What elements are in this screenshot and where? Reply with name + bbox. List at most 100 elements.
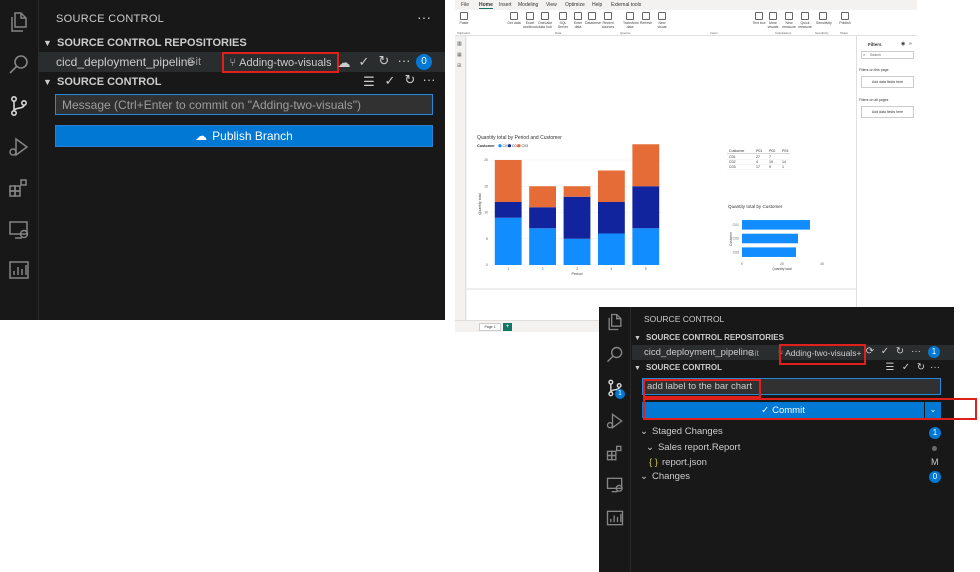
filters-title: Filters [868,42,882,47]
commit-check-icon[interactable]: ✓ [383,73,397,89]
ribbon-button[interactable]: Transform data [623,12,639,29]
search-icon[interactable] [605,345,625,365]
refresh-icon[interactable]: ↻ [403,72,417,88]
staged-badge: 1 [929,427,941,439]
bar-segment [494,217,522,265]
cloud-upload-icon[interactable]: ☁ [337,55,351,71]
report-view-icon[interactable]: ▥ [457,41,462,47]
ribbon-button-icon [785,12,793,20]
staged-changes-header[interactable]: ⌄ Staged Changes [640,426,723,437]
repositories-header[interactable]: ▼ SOURCE CONTROL REPOSITORIES [634,333,784,342]
commit-check-icon[interactable]: ✓ [356,54,372,70]
bar-segment [529,186,557,208]
filters-search-input[interactable]: Search [861,51,914,59]
legend-marker [498,144,502,148]
more-actions-icon[interactable]: ··· [396,53,412,68]
add-page-icon[interactable]: + [503,323,512,331]
eye-icon[interactable]: ◉ [901,41,905,47]
repo-name: cicd_deployment_pipeline [56,55,195,69]
refresh-icon[interactable]: ↻ [915,362,927,373]
matrix-table[interactable]: Customer P01 P02 P03 C01 27 7 C02 4 10 14 C03 17 9 1 [727,149,790,170]
ribbon-button[interactable]: Excel workbook [523,12,538,29]
x-tick-label: 0 [741,262,743,266]
source-control-header[interactable]: ▼ SOURCE CONTROL [43,76,162,88]
ribbon-button-label: Refresh [639,21,653,25]
explorer-icon[interactable] [605,312,625,332]
ribbon-button[interactable]: Refresh [639,12,653,25]
ribbon-tab[interactable]: Modeling [518,2,538,8]
ribbon-button[interactable]: OneLake data hub [538,12,552,29]
refresh-icon[interactable]: ↻ [376,53,392,69]
chart-icon[interactable] [605,508,625,528]
chevron-down-icon: ▼ [43,77,52,87]
view-tree-icon[interactable]: ☰ [884,362,896,373]
changes-header[interactable]: ⌄ Changes [640,471,690,482]
source-control-icon[interactable] [7,94,31,118]
remote-explorer-icon[interactable] [605,475,625,495]
commit-message-input[interactable]: Message (Ctrl+Enter to commit on "Adding… [55,94,433,115]
bar-segment [597,202,625,234]
ribbon-button[interactable]: New measure [782,12,796,29]
ribbon-button[interactable]: Publish [838,12,852,25]
highlight-commit [643,398,977,420]
extensions-icon[interactable] [7,176,31,200]
x-tick-label: 20 [780,262,784,266]
ribbon-button[interactable]: Recent sources [601,12,615,29]
commit-check-icon[interactable]: ✓ [900,362,912,373]
vscode-window-2: 1 SOURCE CONTROL ▼ SOURCE CONTROL REPOSIT… [599,307,954,572]
ribbon-button[interactable]: Paste [457,12,471,25]
explorer-icon[interactable] [7,10,31,34]
ribbon-button[interactable]: More visuals [766,12,780,29]
commit-check-icon[interactable]: ✓ [879,346,891,357]
folder-row[interactable]: ⌄ Sales report.Report [646,442,740,453]
ribbon-button[interactable]: New visual [655,12,669,29]
table-cell: C01 [729,155,736,159]
chart-title: Quantity total by Period and Customer [477,135,562,141]
ribbon-tab[interactable]: Help [592,2,602,8]
ribbon-tab[interactable]: Home [479,2,493,9]
source-control-header[interactable]: ▼ SOURCE CONTROL [634,363,722,372]
stacked-bar-chart[interactable]: Quantity total by Period and Customer Cus… [477,135,663,276]
publish-branch-button[interactable]: ☁ Publish Branch [55,125,433,147]
ribbon-tab[interactable]: External tools [611,2,641,8]
add-fields-all[interactable]: Add data fields here [861,106,914,118]
ribbon-button[interactable]: Dataverse [585,12,601,25]
more-actions-icon[interactable]: ··· [929,362,941,373]
panel-title: SOURCE CONTROL [56,13,165,25]
ribbon-button[interactable]: SQL Server [556,12,570,29]
bar-segment [563,238,591,265]
ribbon-button[interactable]: Get data [507,12,521,25]
more-actions-icon[interactable]: ··· [422,72,436,87]
cloud-upload-icon: ☁ [195,129,208,143]
repositories-header[interactable]: ▼ SOURCE CONTROL REPOSITORIES [43,37,247,49]
remote-explorer-icon[interactable] [7,218,31,242]
ribbon-button[interactable]: Quick measure [798,12,812,29]
model-view-icon[interactable]: ⊞ [457,63,461,69]
ribbon-tab[interactable]: View [546,2,557,8]
ribbon-button[interactable]: Text box [752,12,766,25]
more-actions-icon[interactable]: ··· [910,346,922,357]
view-tree-icon[interactable]: ☰ [362,74,376,90]
y-axis-label: Quantity total [478,193,482,214]
ribbon-tab[interactable]: Insert [499,2,512,8]
ribbon-button[interactable]: Sensitivity [816,12,832,25]
add-fields-page[interactable]: Add data fields here [861,76,914,88]
run-debug-icon[interactable] [7,135,31,159]
collapse-icon[interactable]: » [909,41,912,47]
search-icon[interactable] [7,53,31,77]
refresh-icon[interactable]: ↻ [894,346,906,357]
table-view-icon[interactable]: ▦ [457,52,462,58]
page-tab[interactable]: Page 1 [479,323,501,331]
ribbon-button[interactable]: Enter data [571,12,585,29]
ribbon-button-label: Enter data [573,21,583,29]
ribbon-group-label: Data [555,31,562,35]
file-row[interactable]: { } report.json [649,457,707,468]
run-debug-icon[interactable] [605,411,625,431]
horizontal-bar-chart[interactable]: Quantity total by Customer C01 C02 C03 0 20 40… [728,204,824,271]
branch-button[interactable]: ⑂ Adding-two-visuals [222,52,339,73]
ribbon-tab[interactable]: File [461,2,469,8]
extensions-icon[interactable] [605,443,625,463]
chart-icon[interactable] [7,258,31,282]
ribbon-tab[interactable]: Optimize [565,2,585,8]
more-actions-icon[interactable]: ··· [417,9,431,25]
